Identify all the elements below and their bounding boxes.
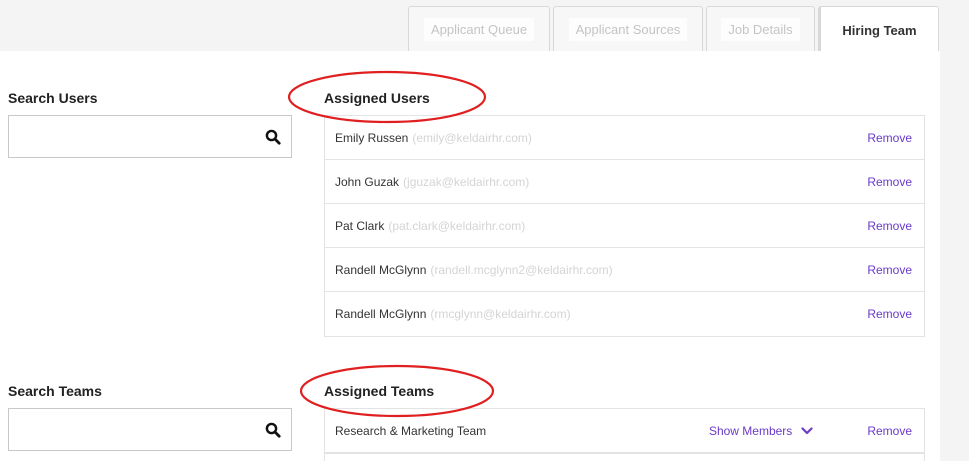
- search-icon[interactable]: [265, 422, 281, 438]
- user-name: Pat Clark: [335, 218, 385, 233]
- remove-user-button[interactable]: Remove: [867, 175, 912, 189]
- list-item: Randell McGlynn (randell.mcglynn2@keldai…: [325, 248, 924, 292]
- tab-label: Hiring Team: [842, 22, 917, 38]
- user-email: (emily@keldairhr.com): [412, 130, 532, 145]
- tab-label: Applicant Sources: [568, 18, 688, 41]
- tab-hiring-team[interactable]: Hiring Team: [818, 6, 939, 53]
- list-item-partial: [325, 453, 924, 461]
- user-name: Randell McGlynn: [335, 262, 427, 277]
- tab-label: Job Details: [721, 18, 800, 41]
- remove-user-button[interactable]: Remove: [867, 219, 912, 233]
- tab-label: Applicant Queue: [423, 18, 535, 41]
- search-teams-label: Search Teams: [8, 383, 102, 399]
- user-email: (jguzak@keldairhr.com): [403, 174, 530, 189]
- list-item: Emily Russen (emily@keldairhr.com) Remov…: [325, 116, 924, 160]
- user-email: (rmcglynn@keldairhr.com): [430, 307, 571, 321]
- search-teams-input[interactable]: [9, 409, 291, 450]
- remove-team-button[interactable]: Remove: [867, 424, 912, 438]
- list-item: John Guzak (jguzak@keldairhr.com) Remove: [325, 160, 924, 204]
- assigned-users-list: Emily Russen (emily@keldairhr.com) Remov…: [324, 115, 925, 337]
- search-users-input[interactable]: [9, 116, 291, 157]
- chevron-down-icon: [801, 426, 813, 434]
- user-name: Randell McGlynn: [335, 307, 427, 321]
- list-item: Pat Clark (pat.clark@keldairhr.com) Remo…: [325, 204, 924, 248]
- search-teams-box: [8, 408, 292, 451]
- team-name: Research & Marketing Team: [335, 423, 487, 438]
- tab-applicant-sources[interactable]: Applicant Sources: [553, 6, 703, 52]
- show-members-label: Show Members: [708, 423, 793, 438]
- show-members-button[interactable]: Show Members: [709, 424, 813, 438]
- search-users-label: Search Users: [8, 90, 98, 106]
- list-item: Research & Marketing Team Show Members R…: [325, 409, 924, 453]
- tab-job-details[interactable]: Job Details: [706, 6, 815, 52]
- assigned-teams-label: Assigned Teams: [324, 383, 435, 399]
- search-users-box: [8, 115, 292, 158]
- user-name: Emily Russen: [335, 130, 409, 145]
- remove-user-button[interactable]: Remove: [867, 307, 912, 321]
- remove-user-button[interactable]: Remove: [867, 263, 912, 277]
- list-item: Randell McGlynn (rmcglynn@keldairhr.com)…: [325, 292, 924, 336]
- tab-applicant-queue[interactable]: Applicant Queue: [408, 6, 550, 52]
- user-email: (pat.clark@keldairhr.com): [388, 218, 526, 233]
- user-email: (randell.mcglynn2@keldairhr.com): [430, 262, 613, 277]
- user-name: John Guzak: [335, 174, 400, 189]
- search-icon[interactable]: [265, 129, 281, 145]
- assigned-users-label: Assigned Users: [324, 90, 430, 106]
- assigned-teams-list: Research & Marketing Team Show Members R…: [324, 408, 925, 461]
- remove-user-button[interactable]: Remove: [867, 131, 912, 145]
